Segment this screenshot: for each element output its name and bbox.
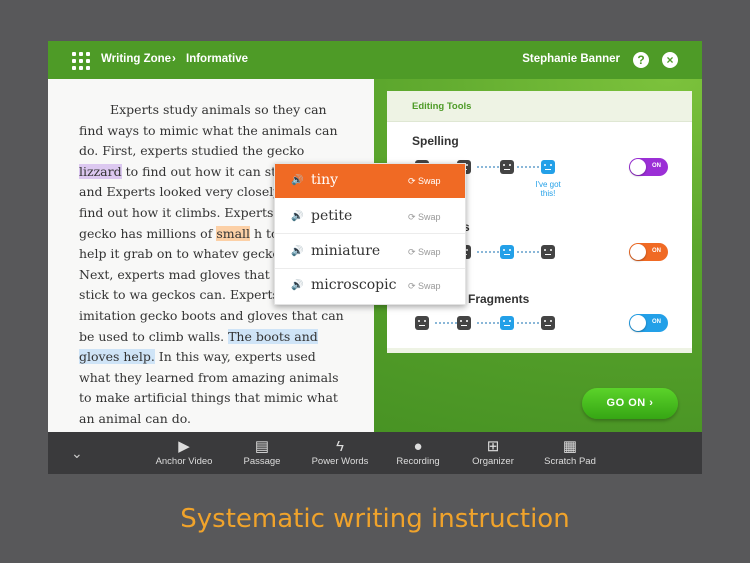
scale-dots <box>517 322 539 324</box>
toolbar-power-words[interactable]: ϟ Power Words <box>307 432 373 474</box>
swap-label: Swap <box>418 176 441 186</box>
scale-dots <box>517 166 539 168</box>
swap-label: Swap <box>418 281 441 291</box>
toolbar-scratch-pad[interactable]: ▦ Scratch Pad <box>538 432 602 474</box>
toolbar-label: Scratch Pad <box>544 456 596 467</box>
swap-icon: ⟳ <box>408 176 419 186</box>
editing-tools-title: Editing Tools <box>412 101 472 112</box>
face-icon[interactable] <box>500 160 514 174</box>
toolbar-label: Organizer <box>472 456 514 467</box>
close-icon[interactable]: × <box>662 52 678 68</box>
editing-tools-header: Editing Tools <box>387 91 692 122</box>
word-option-microscopic[interactable]: 🔊 microscopic ⟳ Swap <box>275 269 465 303</box>
editing-tools-footer <box>387 348 692 353</box>
swap-button[interactable]: ⟳ Swap <box>408 176 441 187</box>
toolbar-label: Recording <box>396 456 440 467</box>
bottom-toolbar: ⌄ ▶ Anchor Video ▤ Passage ϟ Power Words… <box>48 432 702 474</box>
smile-face-icon[interactable] <box>500 245 514 259</box>
video-icon: ▶ <box>178 438 190 455</box>
face-icon[interactable] <box>457 316 471 330</box>
scale-dots <box>477 166 499 168</box>
essay-segment: Experts study animals so they can find w… <box>79 102 338 159</box>
word-option-label: tiny <box>311 172 339 188</box>
chevron-down-icon[interactable]: ⌄ <box>71 445 83 462</box>
swap-button[interactable]: ⟳ Swap <box>408 247 441 258</box>
toolbar-label: Anchor Video <box>155 456 213 467</box>
breadcrumb-informative[interactable]: Informative <box>186 53 248 65</box>
spelling-toggle[interactable]: ON <box>629 158 668 176</box>
speaker-icon[interactable]: 🔊 <box>291 175 303 186</box>
scale-dots <box>477 322 499 324</box>
top-bar: Writing Zone › Informative Stephanie Ban… <box>48 41 702 79</box>
word-option-label: microscopic <box>311 277 397 293</box>
app-window: Writing Zone › Informative Stephanie Ban… <box>48 41 702 474</box>
toolbar-label: Passage <box>243 456 281 467</box>
toolbar-organizer[interactable]: ⊞ Organizer <box>465 432 521 474</box>
scale-dots <box>435 322 457 324</box>
spelling-label: Spelling <box>412 134 459 148</box>
speaker-icon[interactable]: 🔊 <box>291 246 303 257</box>
swap-icon: ⟳ <box>408 212 419 222</box>
speaker-icon[interactable]: 🔊 <box>291 211 303 222</box>
breadcrumb-writing-zone[interactable]: Writing Zone <box>101 53 171 65</box>
word-swap-popup: 🔊 tiny ⟳ Swap 🔊 petite ⟳ Swap 🔊 miniatur… <box>274 163 466 305</box>
help-icon[interactable]: ? <box>633 52 649 68</box>
spelling-highlight[interactable]: lizzard <box>79 163 122 179</box>
face-icon[interactable] <box>541 245 555 259</box>
toolbar-passage[interactable]: ▤ Passage <box>234 432 290 474</box>
grid-icon[interactable] <box>72 52 90 70</box>
swap-button[interactable]: ⟳ Swap <box>408 281 441 292</box>
swap-icon: ⟳ <box>408 281 419 291</box>
speaker-icon[interactable]: 🔊 <box>291 280 303 291</box>
toggle-on-label: ON <box>652 163 661 169</box>
go-on-button[interactable]: GO ON › <box>582 388 678 419</box>
microphone-icon: ● <box>413 438 423 455</box>
fragments-label: Fragments <box>468 292 530 306</box>
word-option-miniature[interactable]: 🔊 miniature ⟳ Swap <box>275 235 465 269</box>
toolbar-recording[interactable]: ● Recording <box>389 432 447 474</box>
chevron-right-icon: › <box>172 53 176 65</box>
user-name: Stephanie Banner <box>522 53 620 65</box>
smile-face-icon[interactable] <box>541 160 555 174</box>
word-option-label: miniature <box>311 243 381 259</box>
fragments-toggle[interactable]: ON <box>629 314 668 332</box>
swap-label: Swap <box>418 212 441 222</box>
swap-label: Swap <box>418 247 441 257</box>
tagline: Systematic writing instruction <box>180 504 570 534</box>
toggle-on-label: ON <box>652 248 661 254</box>
power-words-icon: ϟ <box>336 438 344 455</box>
toolbar-anchor-video[interactable]: ▶ Anchor Video <box>151 432 217 474</box>
toolbar-label: Power Words <box>311 456 369 467</box>
word-option-tiny[interactable]: 🔊 tiny ⟳ Swap <box>275 164 465 198</box>
toggle-on-label: ON <box>652 319 661 325</box>
face-icon[interactable] <box>541 316 555 330</box>
essay-segment: find out how it climbs. Experts lea <box>79 204 297 220</box>
swap-icon: ⟳ <box>408 247 419 257</box>
scale-dots <box>477 251 499 253</box>
scratch-pad-icon: ▦ <box>562 438 578 455</box>
word-choice-toggle[interactable]: ON <box>629 243 668 261</box>
face-icon[interactable] <box>415 316 429 330</box>
word-option-label: petite <box>311 208 353 224</box>
organizer-icon: ⊞ <box>486 438 500 455</box>
swap-button[interactable]: ⟳ Swap <box>408 212 441 223</box>
feedback-label: I've got this! <box>535 180 561 198</box>
smile-face-icon[interactable] <box>500 316 514 330</box>
scale-dots <box>517 251 539 253</box>
word-option-petite[interactable]: 🔊 petite ⟳ Swap <box>275 200 465 234</box>
word-choice-highlight[interactable]: small <box>216 225 251 241</box>
passage-icon: ▤ <box>254 438 270 455</box>
